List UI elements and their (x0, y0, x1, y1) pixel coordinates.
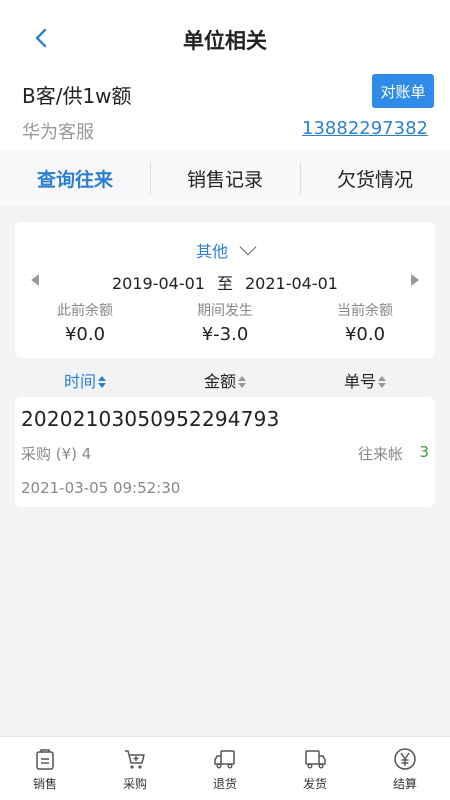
nav-label: 发货 (302, 776, 327, 791)
nav-label: 结算 (392, 776, 417, 791)
yen-settle-icon (394, 747, 416, 770)
sort-by-order-no[interactable]: 单号 (295, 368, 435, 392)
service-name: 华为客服 (22, 122, 94, 143)
nav-label: 销售 (32, 776, 57, 791)
list-item[interactable]: 20202103050952294793 采购 (¥) 4 往来帐 3 2021… (15, 397, 435, 507)
reconcile-button[interactable]: 对账单 (372, 74, 434, 108)
balance-value: ¥0.0 (64, 324, 106, 345)
tab-bar: 查询往来 销售记录 欠货情况 (0, 150, 450, 206)
delivery-truck-icon (305, 749, 326, 769)
sort-by-amount[interactable]: 金额 (155, 368, 295, 392)
nav-settle[interactable]: 结算 (360, 737, 450, 800)
nav-sales[interactable]: 销售 (0, 737, 90, 800)
top-bar: 单位相关 (0, 0, 450, 78)
balance-label: 期间发生 (197, 303, 253, 319)
record-type: 采购 (¥) 4 (21, 445, 92, 463)
unit-name: B客/供1w额 (22, 84, 132, 108)
sort-label: 单号 (343, 372, 376, 391)
period-type-dropdown[interactable]: 其他 (15, 238, 435, 262)
sort-icon (98, 376, 106, 388)
date-separator: 至 (216, 274, 233, 293)
start-date: 2019-04-01 (112, 274, 205, 293)
nav-label: 退货 (212, 776, 237, 791)
sort-by-time[interactable]: 时间 (15, 368, 155, 392)
balance-value: ¥-3.0 (201, 324, 249, 345)
sales-icon (36, 748, 54, 770)
sort-icon (238, 376, 246, 388)
balance-period: 期间发生 ¥-3.0 (155, 300, 295, 345)
nav-delivery[interactable]: 发货 (270, 737, 360, 800)
sort-icon (378, 376, 386, 388)
sort-label: 金额 (203, 372, 236, 391)
order-number: 20202103050952294793 (21, 407, 280, 431)
unit-info: B客/供1w额 对账单 华为客服 13882297382 (0, 74, 450, 150)
balance-label: 此前余额 (57, 303, 113, 319)
period-type-label: 其他 (195, 242, 228, 261)
record-category: 往来帐 (357, 445, 403, 463)
balance-value: ¥0.0 (344, 324, 386, 345)
nav-label: 采购 (122, 776, 147, 791)
balance-label: 当前余额 (337, 303, 393, 319)
period-filter-card: 其他 2019-04-01 至 2021-04-01 此前余额 ¥0.0 期间发生 … (15, 222, 435, 358)
end-date: 2021-04-01 (245, 274, 338, 293)
phone-link[interactable]: 13882297382 (302, 118, 428, 139)
record-amount: 3 (419, 443, 429, 461)
tab-sales-records[interactable]: 销售记录 (150, 150, 300, 206)
tab-query-transactions[interactable]: 查询往来 (0, 150, 150, 206)
purchase-cart-icon (125, 749, 145, 769)
sort-bar: 时间 金额 单号 (15, 364, 435, 396)
date-range[interactable]: 2019-04-01 至 2021-04-01 (15, 270, 435, 294)
return-truck-icon (214, 749, 235, 769)
tab-backorder-status[interactable]: 欠货情况 (300, 150, 450, 206)
sort-label: 时间 (63, 372, 96, 391)
page-title: 单位相关 (183, 29, 267, 53)
balance-summary: 此前余额 ¥0.0 期间发生 ¥-3.0 当前余额 ¥0.0 (15, 300, 435, 345)
record-time: 2021-03-05 09:52:30 (21, 479, 181, 497)
nav-purchase[interactable]: 采购 (90, 737, 180, 800)
next-period-icon[interactable] (411, 274, 419, 286)
chevron-down-icon (239, 238, 257, 256)
bottom-nav: 销售 采购 退货 发货 结算 (0, 736, 450, 800)
balance-previous: 此前余额 ¥0.0 (15, 300, 155, 345)
balance-current: 当前余额 ¥0.0 (295, 300, 435, 345)
nav-return[interactable]: 退货 (180, 737, 270, 800)
